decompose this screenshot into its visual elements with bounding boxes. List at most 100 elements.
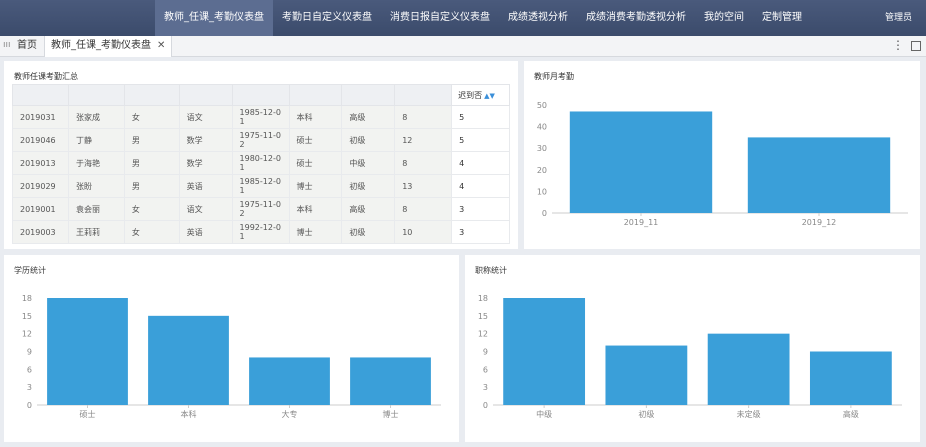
table-cell: 英语 (178, 220, 233, 244)
sort-column-header[interactable]: 迟到否 ▲▼ (451, 84, 510, 106)
table-cell: 语文 (178, 105, 233, 129)
monthly-panel: 教师月考勤 0 10 20 30 40 50 2019_11 2019_12 (524, 61, 920, 249)
table-cell: 10 (394, 220, 453, 244)
table-cell: 初级 (341, 174, 396, 198)
table-cell: 高级 (341, 105, 396, 129)
y-tick-label: 15 (478, 312, 488, 321)
bar (809, 351, 892, 405)
x-tick-label: 大专 (282, 409, 298, 419)
table-cell: 3 (451, 197, 510, 221)
nav-item-my-space[interactable]: 我的空间 (695, 0, 753, 36)
table-cell: 丁静 (67, 128, 125, 152)
table-row[interactable]: 2019001 袁会丽女语文 1975-11-0 2 本科 高级 8 3 (12, 197, 510, 221)
y-tick-label: 10 (537, 187, 547, 196)
bar (569, 111, 713, 213)
user-menu[interactable]: 管理员 (885, 0, 912, 36)
table-cell: 张盼 (67, 174, 125, 198)
title-rank-chart: 0 3 6 9 12 15 18 中级 初级 未定级 高级 (478, 294, 902, 419)
y-tick-label: 30 (537, 144, 547, 153)
table-cell: 高级 (341, 197, 396, 221)
more-vertical-icon[interactable]: ⋮ (892, 38, 904, 52)
bar (503, 298, 586, 405)
y-tick-label: 9 (483, 348, 488, 357)
y-tick-label: 40 (537, 123, 547, 132)
main-nav: 教师_任课_考勤仪表盘 考勤日自定义仪表盘 消费日报自定义仪表盘 成绩透视分析 … (155, 0, 811, 36)
table-cell: 女 (123, 105, 180, 129)
bar (47, 298, 128, 405)
y-tick-label: 0 (27, 401, 32, 410)
table-header: 迟到否 ▲▼ (12, 84, 510, 106)
nav-item-score-analysis[interactable]: 成绩透视分析 (499, 0, 577, 36)
panel-title: 教师任课考勤汇总 (14, 72, 78, 81)
table-cell: 语文 (178, 197, 233, 221)
table-cell: 5 (451, 128, 510, 152)
summary-panel: 教师任课考勤汇总 迟到否 ▲▼ 2019031 张家成女语文 1985-12-0 1本… (4, 61, 518, 249)
title-rank-panel: 职称统计 0 3 6 9 12 15 18 中级 初级 未定级 高级 (465, 255, 920, 442)
y-tick-label: 12 (478, 330, 488, 339)
y-tick-label: 12 (22, 330, 32, 339)
tab-home[interactable]: 首页 (17, 36, 37, 57)
table-cell: 8 (394, 105, 453, 129)
table-cell: 博士 (288, 174, 343, 198)
bar (605, 345, 688, 405)
tab-current[interactable]: 教师_任课_考勤仪表盘 ✕ (44, 36, 173, 57)
tab-current-label: 教师_任课_考勤仪表盘 (51, 40, 151, 51)
x-tick-label: 2019_11 (624, 218, 659, 227)
table-cell: 中级 (341, 151, 396, 175)
table-cell: 8 (394, 197, 453, 221)
table-cell: 1985-12-0 1 (231, 174, 290, 198)
tab-bar: ııı 首页 教师_任课_考勤仪表盘 ✕ ⋮ (0, 36, 926, 57)
table-row[interactable]: 2019013 于海艳男数学 1980-12-0 1 硕士 中级 8 4 (12, 151, 510, 175)
table-cell: 4 (451, 174, 510, 198)
y-tick-label: 15 (22, 312, 32, 321)
x-tick-label: 2019_12 (802, 218, 837, 227)
y-tick-label: 18 (478, 294, 488, 303)
y-tick-label: 3 (27, 383, 32, 392)
table-row[interactable]: 2019031 张家成女语文 1985-12-0 1 本科 高级 8 5 (12, 105, 510, 129)
nav-item-attendance-dashboard[interactable]: 考勤日自定义仪表盘 (273, 0, 381, 36)
sort-icon[interactable]: ▲▼ (484, 92, 495, 100)
y-tick-label: 20 (537, 166, 547, 175)
nav-item-custom-management[interactable]: 定制管理 (753, 0, 811, 36)
table-cell: 袁会丽 (67, 197, 125, 221)
table-cell: 数学 (178, 151, 233, 175)
bar (249, 357, 330, 405)
x-tick-label: 高级 (843, 409, 859, 419)
table-cell: 英语 (178, 174, 233, 198)
table-cell: 女 (123, 220, 180, 244)
grip-icon[interactable]: ııı (3, 40, 11, 50)
column-label: 迟到否 (458, 90, 483, 100)
table-header-cell (178, 84, 233, 106)
nav-item-consumption-dashboard[interactable]: 消费日报自定义仪表盘 (381, 0, 499, 36)
table-cell: 3 (451, 220, 510, 244)
table-header-cell (288, 84, 343, 106)
table-cell: 数学 (178, 128, 233, 152)
x-tick-label: 中级 (536, 409, 552, 419)
table-cell: 1975-11-0 2 (231, 197, 290, 221)
top-navbar: 教师_任课_考勤仪表盘 考勤日自定义仪表盘 消费日报自定义仪表盘 成绩透视分析 … (0, 0, 926, 36)
table-row[interactable]: 2019029 张盼男英语 1985-12-0 1 博士 初级 13 4 (12, 174, 510, 198)
y-tick-label: 3 (483, 383, 488, 392)
table-cell: 王莉莉 (67, 220, 125, 244)
table-cell: 13 (394, 174, 453, 198)
table-cell: 男 (123, 128, 180, 152)
bar (747, 137, 891, 213)
y-tick-label: 50 (537, 101, 547, 110)
table-cell: 硕士 (288, 128, 343, 152)
x-tick-label: 硕士 (80, 409, 96, 419)
table-cell: 初级 (341, 220, 396, 244)
maximize-icon[interactable] (911, 41, 921, 51)
x-tick-label: 未定级 (737, 409, 761, 419)
table-row[interactable]: 2019046 丁静男数学 1975-11-0 2 硕士 初级 12 5 (12, 128, 510, 152)
bar (148, 315, 229, 405)
bar (707, 333, 790, 405)
table-cell: 男 (123, 174, 180, 198)
nav-item-score-consumption-analysis[interactable]: 成绩消费考勤透视分析 (577, 0, 695, 36)
close-icon[interactable]: ✕ (157, 40, 165, 51)
table-cell: 1985-12-0 1 (231, 105, 290, 129)
table-cell: 2019031 (12, 105, 69, 129)
table-cell: 4 (451, 151, 510, 175)
nav-item-teacher-dashboard[interactable]: 教师_任课_考勤仪表盘 (155, 0, 273, 36)
table-cell: 本科 (288, 105, 343, 129)
table-row[interactable]: 2019003 王莉莉女英语 1992-12-0 1 博士 初级 10 3 (12, 220, 510, 244)
